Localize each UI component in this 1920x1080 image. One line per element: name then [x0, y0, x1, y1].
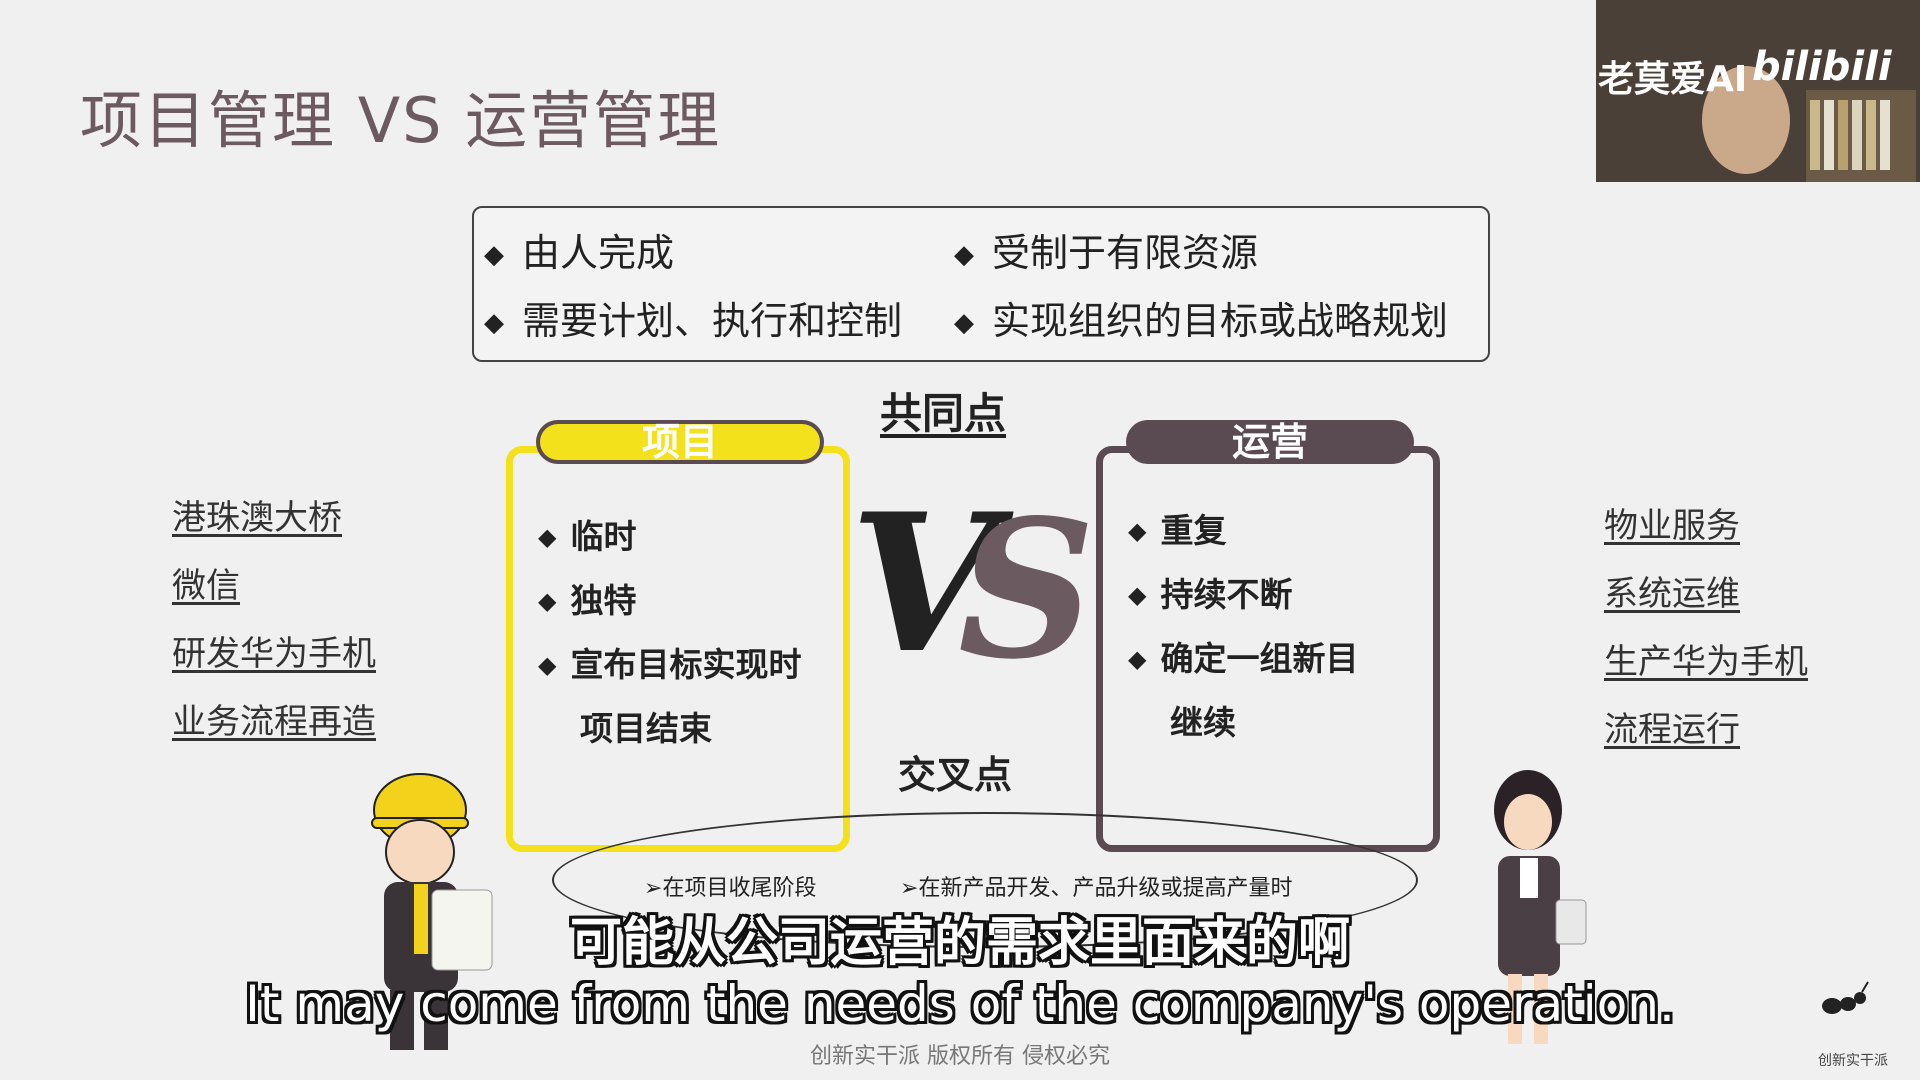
- watermark-text: 老莫爱AI: [1598, 59, 1748, 100]
- project-item-continuation: 项目结束: [580, 709, 712, 748]
- common-point: ◆ 由人完成: [484, 231, 675, 275]
- operations-item: ◆ 持续不断: [1128, 575, 1293, 614]
- ant-logo: [1822, 981, 1869, 1014]
- diamond-icon: ◆: [954, 240, 974, 270]
- common-heading: 共同点: [880, 389, 1007, 438]
- logo-caption: 创新实干派: [1818, 1053, 1888, 1069]
- diamond-icon: ◆: [538, 587, 557, 615]
- diamond-icon: ◆: [954, 308, 974, 338]
- bilibili-logo: bilibili: [1752, 44, 1892, 90]
- slide-title: 项目管理 VS 运营管理: [80, 84, 722, 157]
- intersection-item: ➢在新产品开发、产品升级或提高产量时: [900, 876, 1293, 901]
- project-example: 港珠澳大桥: [172, 498, 342, 538]
- diamond-icon: ◆: [1128, 517, 1147, 545]
- diamond-icon: ◆: [484, 308, 504, 338]
- common-point: ◆ 受制于有限资源: [954, 231, 1259, 275]
- chevron-right-icon: ➢: [644, 876, 663, 901]
- project-example: 微信: [172, 566, 240, 606]
- operations-item-continuation: 继续: [1170, 703, 1236, 742]
- intersection-item: ➢在项目收尾阶段: [644, 876, 817, 901]
- operations-item: ◆ 确定一组新目: [1128, 639, 1359, 678]
- operation-example: 流程运行: [1604, 710, 1740, 750]
- common-point: ◆ 需要计划、执行和控制: [484, 299, 903, 343]
- vs-graphic: V S: [850, 480, 1090, 700]
- intersection-heading: 交叉点: [898, 753, 1013, 797]
- operation-example: 物业服务: [1604, 506, 1740, 546]
- diamond-icon: ◆: [484, 240, 504, 270]
- subtitle-english: It may come from the needs of the compan…: [245, 975, 1675, 1033]
- project-item: ◆ 宣布目标实现时: [538, 645, 802, 684]
- chevron-right-icon: ➢: [900, 876, 919, 901]
- diamond-icon: ◆: [538, 651, 557, 679]
- operation-example: 系统运维: [1604, 574, 1740, 614]
- common-point: ◆ 实现组织的目标或战略规划: [954, 299, 1449, 343]
- project-example: 研发华为手机: [172, 634, 376, 674]
- subtitle-chinese: 可能从公司运营的需求里面来的啊: [569, 913, 1350, 973]
- project-example: 业务流程再造: [172, 702, 376, 742]
- project-item: ◆ 临时: [538, 517, 637, 556]
- operations-item: ◆ 重复: [1128, 511, 1227, 550]
- slide-footer: 创新实干派 版权所有 侵权必究: [810, 1044, 1110, 1069]
- operations-tab: 运营: [1126, 420, 1414, 464]
- diamond-icon: ◆: [1128, 645, 1147, 673]
- diamond-icon: ◆: [538, 523, 557, 551]
- project-item: ◆ 独特: [538, 581, 637, 620]
- operation-example: 生产华为手机: [1604, 642, 1808, 682]
- diamond-icon: ◆: [1128, 581, 1147, 609]
- vs-s: S: [958, 480, 1090, 700]
- project-tab: 项目: [536, 420, 824, 464]
